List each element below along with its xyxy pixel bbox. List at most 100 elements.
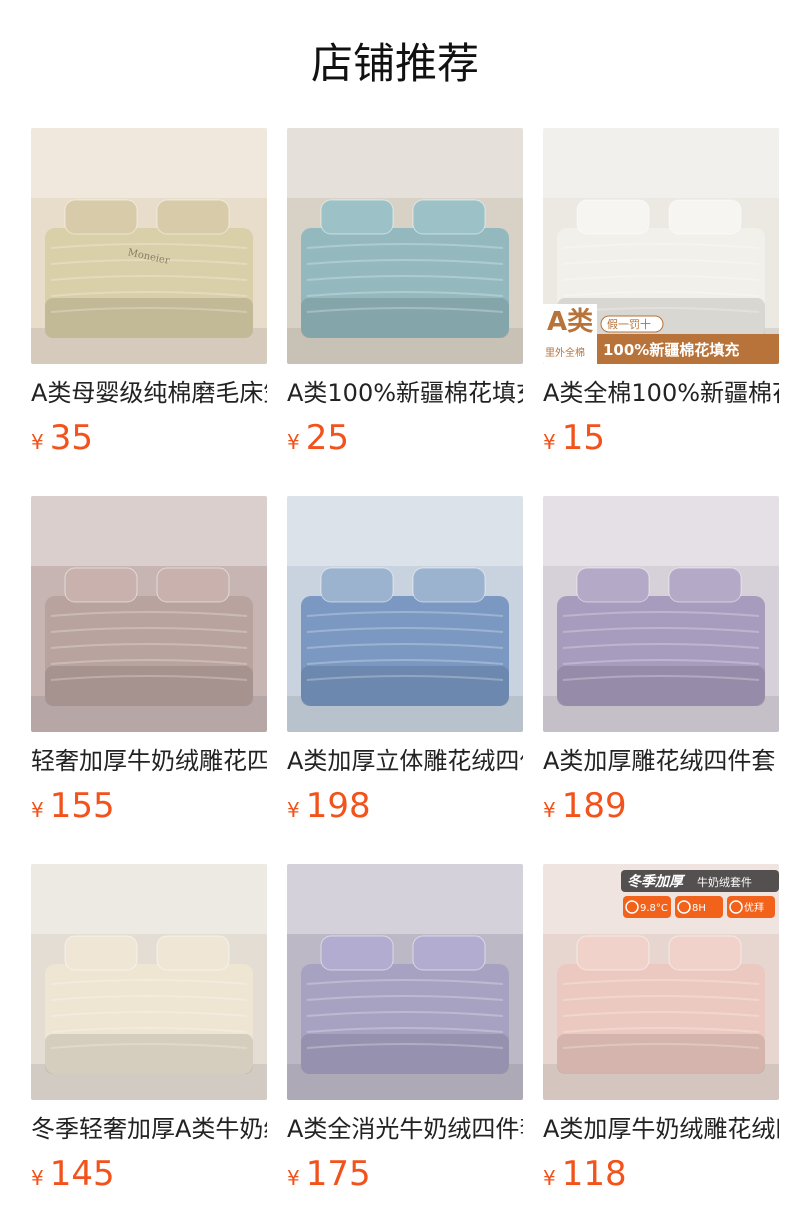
product-image[interactable]: Moneier xyxy=(31,128,267,364)
currency-symbol: ¥ xyxy=(543,1166,556,1190)
bedding-illustration xyxy=(287,496,523,732)
pillow xyxy=(320,935,394,971)
bedding-illustration xyxy=(287,128,523,364)
product-name[interactable]: A类全消光牛奶绒四件套 xyxy=(287,1112,523,1146)
product-name[interactable]: A类加厚立体雕花绒四件套 xyxy=(287,744,523,778)
currency-symbol: ¥ xyxy=(543,798,556,822)
pillow xyxy=(412,199,486,235)
winter-banner-sub: 牛奶绒套件 xyxy=(697,875,752,889)
currency-symbol: ¥ xyxy=(287,430,300,454)
currency-symbol: ¥ xyxy=(31,1166,44,1190)
bedding-illustration xyxy=(31,864,267,1100)
bedding-illustration xyxy=(287,864,523,1100)
product-image[interactable] xyxy=(287,128,523,364)
price-value: 118 xyxy=(561,1154,627,1194)
product-image[interactable] xyxy=(287,496,523,732)
bed-side-shade xyxy=(301,666,509,706)
product-name[interactable]: A类全棉100%新疆棉花床垫 xyxy=(543,376,779,410)
product-price: ¥15 xyxy=(543,418,605,458)
currency-symbol: ¥ xyxy=(287,798,300,822)
pillow xyxy=(576,567,650,603)
wall-light xyxy=(287,864,523,934)
product-image[interactable] xyxy=(31,864,267,1100)
badge-sub1-text: 假一罚十 xyxy=(607,317,651,331)
wall-light xyxy=(543,128,779,198)
product-card[interactable]: 轻奢加厚牛奶绒雕花四件套 ¥155 xyxy=(31,496,267,826)
bedding-illustration xyxy=(543,496,779,732)
banner-text: 100%新疆棉花填充 xyxy=(603,341,739,359)
product-price: ¥198 xyxy=(287,786,371,826)
price-value: 15 xyxy=(561,418,605,458)
price-value: 145 xyxy=(49,1154,115,1194)
product-price: ¥25 xyxy=(287,418,349,458)
currency-symbol: ¥ xyxy=(31,798,44,822)
currency-symbol: ¥ xyxy=(287,1166,300,1190)
product-name[interactable]: A类100%新疆棉花填充床垫 xyxy=(287,376,523,410)
product-price: ¥175 xyxy=(287,1154,371,1194)
chip-text: 优拜 xyxy=(744,901,764,914)
product-price: ¥155 xyxy=(31,786,115,826)
product-name[interactable]: A类加厚牛奶绒雕花绒四件套 xyxy=(543,1112,779,1146)
product-image[interactable]: A类 里外全棉 假一罚十 100%新疆棉花填充 xyxy=(543,128,779,364)
product-card[interactable]: A类加厚雕花绒四件套 ¥189 xyxy=(543,496,779,826)
bedding-illustration: 冬季加厚 牛奶绒套件 9.8°C 8H 优拜 xyxy=(543,864,779,1100)
product-card[interactable]: A类100%新疆棉花填充床垫 ¥25 xyxy=(287,128,523,458)
pillow xyxy=(668,199,742,235)
price-value: 175 xyxy=(305,1154,371,1194)
pillow xyxy=(156,935,230,971)
winter-banner-title: 冬季加厚 xyxy=(627,873,686,890)
bed-side-shade xyxy=(557,666,765,706)
chip-text: 8H xyxy=(692,903,706,914)
pillow xyxy=(576,935,650,971)
badge-sub2-text: 里外全棉 xyxy=(545,346,585,359)
pillow xyxy=(320,567,394,603)
bedding-illustration: Moneier xyxy=(31,128,267,364)
pillow xyxy=(412,935,486,971)
product-card[interactable]: 冬季加厚牛奶绒套件 9.8°C 8H 优拜 A类加厚牛奶绒雕花绒四件套 ¥118 xyxy=(543,864,779,1194)
pillow xyxy=(668,567,742,603)
wall-light xyxy=(31,128,267,198)
product-name[interactable]: A类加厚雕花绒四件套 xyxy=(543,744,779,778)
pillow xyxy=(412,567,486,603)
product-card[interactable]: A类里外全棉 假一罚十 100%新疆棉花填充 A类全棉100%新疆棉花床垫 ¥15 xyxy=(543,128,779,458)
bedding-illustration xyxy=(31,496,267,732)
bedding-illustration: A类里外全棉 假一罚十 100%新疆棉花填充 xyxy=(543,128,779,364)
product-image[interactable] xyxy=(287,864,523,1100)
wall-light xyxy=(31,864,267,934)
product-image[interactable] xyxy=(543,496,779,732)
product-image[interactable]: 冬季加厚 牛奶绒套件 9.8°C 8H 优拜 xyxy=(543,864,779,1100)
product-name[interactable]: 冬季轻奢加厚A类牛奶绒四件套 xyxy=(31,1112,267,1146)
pillow xyxy=(64,199,138,235)
pillow xyxy=(64,935,138,971)
bed-side-shade xyxy=(45,298,253,338)
wall-light xyxy=(287,128,523,198)
price-value: 189 xyxy=(561,786,627,826)
product-card[interactable]: A类加厚立体雕花绒四件套 ¥198 xyxy=(287,496,523,826)
price-value: 25 xyxy=(305,418,349,458)
pillow xyxy=(576,199,650,235)
product-card[interactable]: 冬季轻奢加厚A类牛奶绒四件套 ¥145 xyxy=(31,864,267,1194)
price-value: 155 xyxy=(49,786,115,826)
product-price: ¥118 xyxy=(543,1154,627,1194)
chip-text: 9.8°C xyxy=(640,903,668,914)
bed-side-shade xyxy=(45,666,253,706)
bed-side-shade xyxy=(301,1034,509,1074)
pillow xyxy=(64,567,138,603)
product-image[interactable] xyxy=(31,496,267,732)
pillow xyxy=(156,567,230,603)
product-name[interactable]: A类母婴级纯棉磨毛床笠 xyxy=(31,376,267,410)
bed-side-shade xyxy=(301,298,509,338)
price-value: 35 xyxy=(49,418,93,458)
product-card[interactable]: A类全消光牛奶绒四件套 ¥175 xyxy=(287,864,523,1194)
wall-light xyxy=(543,496,779,566)
page-title: 店铺推荐 xyxy=(310,39,479,88)
product-name[interactable]: 轻奢加厚牛奶绒雕花四件套 xyxy=(31,744,267,778)
pillow xyxy=(668,935,742,971)
product-price: ¥35 xyxy=(31,418,93,458)
bed-side-shade xyxy=(45,1034,253,1074)
pillow xyxy=(320,199,394,235)
wall-light xyxy=(287,496,523,566)
price-value: 198 xyxy=(305,786,371,826)
product-card[interactable]: Moneier A类母婴级纯棉磨毛床笠 ¥35 xyxy=(31,128,267,458)
bed-side-shade xyxy=(557,1034,765,1074)
